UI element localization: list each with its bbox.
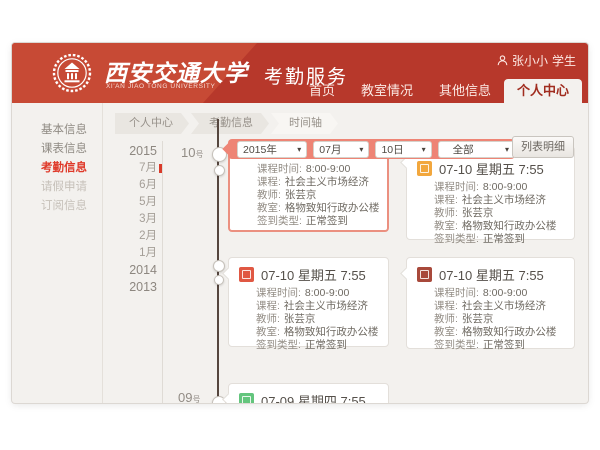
date-filter-bar: 2015年▾ 07月▾ 10日▾ 全部▾ (228, 139, 515, 159)
person-icon (497, 55, 508, 66)
attendance-stamp-icon (239, 267, 254, 282)
axis-month[interactable]: 3月 (112, 211, 157, 228)
sidebar-item-basic-info[interactable]: 基本信息 (41, 124, 87, 136)
sidebar-item-subscription[interactable]: 订阅信息 (41, 200, 87, 212)
year-select[interactable]: 2015年▾ (237, 141, 307, 158)
app-header: 西安交通大学 XI'AN JIAO TONG UNIVERSITY 考勤服务 张… (12, 43, 588, 103)
axis-year[interactable]: 2015 (112, 143, 157, 160)
top-nav: 首页 教室情况 其他信息 个人中心 (296, 79, 582, 103)
chevron-down-icon: ▾ (422, 145, 426, 154)
card-title-row: 07-09 星期四 7:55 (239, 391, 388, 403)
card-title: 07-10 星期五 7:55 (261, 265, 366, 284)
user-name: 张小小 (512, 52, 548, 69)
sidebar-item-leave-request[interactable]: 请假申请 (41, 181, 87, 193)
type-select[interactable]: 全部▾ (438, 141, 515, 158)
attendance-card[interactable]: 07-10 星期五 7:55 课程时间:8:00-9:00 课程:社会主义市场经… (406, 257, 575, 349)
attendance-card[interactable]: 07-10 星期五 7:55 课程时间:8:00-9:00 课程:社会主义市场经… (228, 257, 389, 347)
axis-month[interactable]: 5月 (112, 194, 157, 211)
card-fields: 课程时间:8:00-9:00 课程:社会主义市场经济 教师:张芸京 教室:格物致… (434, 181, 574, 246)
chevron-down-icon: ▾ (505, 145, 509, 154)
breadcrumb-timeline[interactable]: 时间轴 (271, 113, 338, 134)
screen: 西安交通大学 XI'AN JIAO TONG UNIVERSITY 考勤服务 张… (0, 0, 600, 450)
axis-month[interactable]: 1月 (112, 245, 157, 262)
timeline-node[interactable] (214, 165, 225, 176)
month-axis-divider (162, 141, 163, 403)
card-title-row: 07-10 星期五 7:55 (239, 265, 388, 284)
nav-classrooms[interactable]: 教室情况 (348, 79, 426, 103)
card-fields: 课程时间:8:00-9:00 课程:社会主义市场经济 教师:张芸京 教室:格物致… (257, 163, 387, 228)
timeline-node[interactable] (213, 260, 225, 272)
attendance-stamp-icon (239, 393, 254, 403)
attendance-app-window: 西安交通大学 XI'AN JIAO TONG UNIVERSITY 考勤服务 张… (12, 43, 588, 403)
current-month-marker (159, 164, 162, 173)
day-select[interactable]: 10日▾ (375, 141, 431, 158)
axis-month[interactable]: 2月 (112, 228, 157, 245)
card-title: 07-10 星期五 7:55 (439, 159, 544, 178)
university-name-en: XI'AN JIAO TONG UNIVERSITY (106, 83, 215, 90)
sidebar-item-timetable[interactable]: 课表信息 (41, 143, 87, 155)
user-role: 学生 (552, 52, 576, 69)
month-select[interactable]: 07月▾ (313, 141, 369, 158)
nav-personal-center[interactable]: 个人中心 (504, 79, 582, 103)
nav-home[interactable]: 首页 (296, 79, 348, 103)
sidebar-item-attendance[interactable]: 考勤信息 (41, 162, 87, 174)
breadcrumb-personal-center[interactable]: 个人中心 (115, 113, 189, 134)
sidebar: 基本信息 课表信息 考勤信息 请假申请 订阅信息 (12, 103, 103, 403)
card-title-row: 07-10 星期五 7:55 (417, 265, 574, 284)
day-marker-10: 10号 (181, 145, 203, 160)
nav-other-info[interactable]: 其他信息 (426, 79, 504, 103)
axis-month[interactable]: 6月 (112, 177, 157, 194)
axis-month[interactable]: 7月 (112, 160, 157, 177)
chevron-down-icon: ▾ (359, 145, 363, 154)
list-detail-button[interactable]: 列表明细 (512, 136, 574, 158)
timeline-month-list: 2015 7月 6月 5月 3月 2月 1月 2014 2013 (112, 143, 157, 296)
attendance-stamp-icon (417, 267, 432, 282)
axis-year[interactable]: 2013 (112, 279, 157, 296)
attendance-card-clipped[interactable]: 07-09 星期四 7:55 (228, 383, 389, 403)
card-title-row: 07-10 星期五 7:55 (417, 159, 574, 178)
axis-year[interactable]: 2014 (112, 262, 157, 279)
breadcrumb-attendance-info[interactable]: 考勤信息 (191, 113, 269, 134)
breadcrumb: 个人中心 考勤信息 时间轴 (115, 113, 340, 134)
attendance-stamp-icon (417, 161, 432, 176)
card-title: 07-10 星期五 7:55 (439, 265, 544, 284)
card-fields: 课程时间:8:00-9:00 课程:社会主义市场经济 教师:张芸京 教室:格物致… (434, 287, 574, 352)
day-marker-09: 09号 (178, 390, 200, 403)
university-logo-icon (52, 53, 92, 93)
chevron-down-icon: ▾ (297, 145, 301, 154)
attendance-card[interactable]: 07-10 星期五 7:55 课程时间:8:00-9:00 课程:社会主义市场经… (406, 146, 575, 240)
card-fields: 课程时间:8:00-9:00 课程:社会主义市场经济 教师:张芸京 教室:格物致… (256, 287, 388, 352)
timeline-node[interactable] (214, 275, 224, 285)
card-title: 07-09 星期四 7:55 (261, 391, 366, 403)
user-account[interactable]: 张小小 学生 (497, 52, 576, 69)
